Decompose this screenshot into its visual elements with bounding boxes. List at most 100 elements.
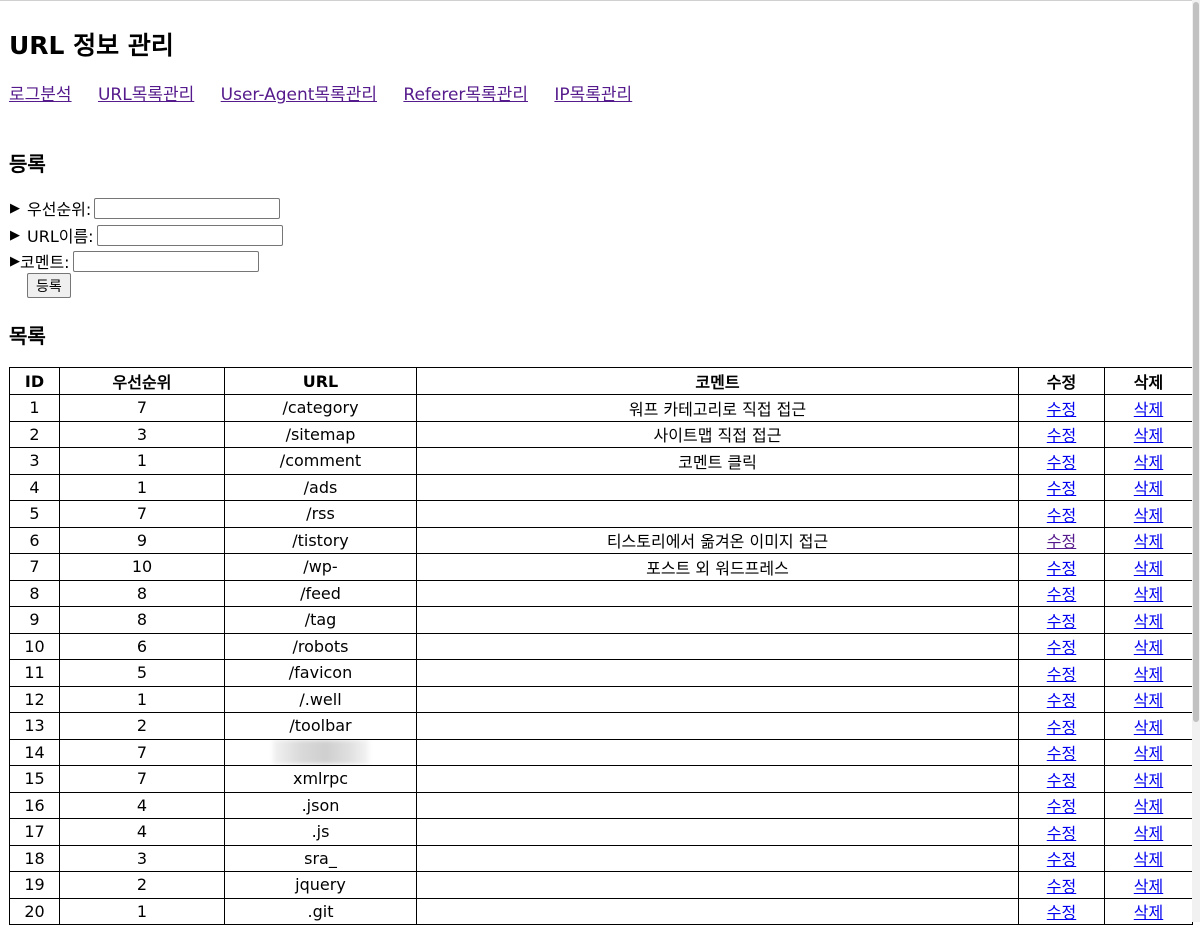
cell-id: 7: [9, 553, 60, 581]
cell-delete: 삭제: [1104, 844, 1193, 872]
priority-label: 우선순위:: [27, 200, 92, 219]
table-row: 15 7 xmlrpc 수정 삭제: [9, 765, 1193, 793]
scrollbar-thumb[interactable]: [1193, 2, 1199, 722]
edit-link[interactable]: 수정: [1047, 903, 1076, 922]
edit-link[interactable]: 수정: [1047, 400, 1076, 419]
cell-edit: 수정: [1018, 844, 1105, 872]
edit-link[interactable]: 수정: [1047, 771, 1076, 790]
table-row: 10 6/robots 수정 삭제: [9, 632, 1193, 660]
edit-link[interactable]: 수정: [1047, 479, 1076, 498]
delete-link[interactable]: 삭제: [1134, 718, 1163, 737]
nav-link-url-list[interactable]: URL목록관리: [98, 85, 194, 105]
table-row: 9 8/tag 수정 삭제: [9, 606, 1193, 634]
header-id: ID: [9, 367, 60, 395]
delete-link[interactable]: 삭제: [1134, 797, 1163, 816]
delete-link[interactable]: 삭제: [1134, 585, 1163, 604]
table-row: 4 1/ads 수정 삭제: [9, 473, 1193, 501]
delete-link[interactable]: 삭제: [1134, 903, 1163, 922]
cell-edit: 수정: [1018, 473, 1105, 501]
cell-delete: 삭제: [1104, 659, 1193, 687]
edit-link[interactable]: 수정: [1047, 638, 1076, 657]
table-row: 16 4 .json 수정 삭제: [9, 791, 1193, 819]
delete-link[interactable]: 삭제: [1134, 453, 1163, 472]
cell-comment: [416, 897, 1019, 925]
cell-comment: 사이트맵 직접 접근: [416, 420, 1019, 448]
nav-link-log-analysis[interactable]: 로그분석: [9, 85, 72, 105]
cell-edit: 수정: [1018, 500, 1105, 528]
priority-input[interactable]: [94, 197, 281, 219]
header-priority: 우선순위: [59, 367, 225, 395]
cell-comment: 코멘트 클릭: [416, 447, 1019, 475]
delete-link[interactable]: 삭제: [1134, 771, 1163, 790]
url-input[interactable]: [96, 224, 283, 246]
cell-id: 5: [9, 500, 60, 528]
table-row: 7 10/wp- 포스트 외 워드프레스 수정 삭제: [9, 553, 1193, 581]
cell-id: 11: [9, 659, 60, 687]
delete-link[interactable]: 삭제: [1134, 638, 1163, 657]
cell-url: /feed: [224, 579, 417, 607]
cell-comment: [416, 818, 1019, 846]
edit-link[interactable]: 수정: [1047, 744, 1076, 763]
delete-link[interactable]: 삭제: [1134, 877, 1163, 896]
cell-delete: 삭제: [1104, 606, 1193, 634]
edit-link[interactable]: 수정: [1047, 506, 1076, 525]
vertical-scrollbar[interactable]: [1192, 0, 1200, 922]
nav-link-user-agent-list[interactable]: User-Agent목록관리: [221, 85, 377, 105]
cell-id: 10: [9, 632, 60, 660]
comment-row: ▶ 코멘트:: [10, 249, 259, 273]
edit-link[interactable]: 수정: [1047, 665, 1076, 684]
edit-link[interactable]: 수정: [1047, 718, 1076, 737]
cell-id: 4: [9, 473, 60, 501]
register-section-title: 등록: [9, 152, 46, 176]
cell-id: 13: [9, 712, 60, 740]
delete-link[interactable]: 삭제: [1134, 612, 1163, 631]
cell-edit: 수정: [1018, 791, 1105, 819]
delete-link[interactable]: 삭제: [1134, 824, 1163, 843]
cell-id: 6: [9, 526, 60, 554]
redacted-url: [272, 740, 369, 765]
edit-link[interactable]: 수정: [1047, 612, 1076, 631]
edit-link[interactable]: 수정: [1047, 426, 1076, 445]
delete-link[interactable]: 삭제: [1134, 426, 1163, 445]
cell-edit: 수정: [1018, 553, 1105, 581]
edit-link[interactable]: 수정: [1047, 532, 1076, 551]
comment-input[interactable]: [72, 250, 259, 272]
window-top-border: [0, 0, 1200, 1]
delete-link[interactable]: 삭제: [1134, 559, 1163, 578]
delete-link[interactable]: 삭제: [1134, 400, 1163, 419]
edit-link[interactable]: 수정: [1047, 824, 1076, 843]
cell-priority: 7: [59, 738, 225, 766]
priority-row: ▶ 우선순위:: [10, 196, 281, 220]
table-body: 1 7/category 워프 카테고리로 직접 접근 수정 삭제 2 3/sitemap 사…: [9, 394, 1193, 925]
cell-comment: 포스트 외 워드프레스: [416, 553, 1019, 581]
cell-url: /ads: [224, 473, 417, 501]
nav-link-ip-list[interactable]: IP목록관리: [554, 85, 632, 105]
edit-link[interactable]: 수정: [1047, 559, 1076, 578]
delete-link[interactable]: 삭제: [1134, 691, 1163, 710]
comment-label: 코멘트:: [20, 253, 70, 272]
register-button[interactable]: 등록: [27, 273, 71, 298]
edit-link[interactable]: 수정: [1047, 585, 1076, 604]
cell-priority: 4: [59, 818, 225, 846]
delete-link[interactable]: 삭제: [1134, 506, 1163, 525]
cell-url: /comment: [224, 447, 417, 475]
table-row: 12 1/.well 수정 삭제: [9, 685, 1193, 713]
cell-edit: 수정: [1018, 579, 1105, 607]
cell-delete: 삭제: [1104, 791, 1193, 819]
delete-link[interactable]: 삭제: [1134, 850, 1163, 869]
edit-link[interactable]: 수정: [1047, 691, 1076, 710]
cell-edit: 수정: [1018, 897, 1105, 925]
cell-url: .git: [224, 897, 417, 925]
edit-link[interactable]: 수정: [1047, 797, 1076, 816]
arrow-right-icon: ▶: [10, 227, 20, 243]
cell-url: /wp-: [224, 553, 417, 581]
edit-link[interactable]: 수정: [1047, 453, 1076, 472]
delete-link[interactable]: 삭제: [1134, 744, 1163, 763]
edit-link[interactable]: 수정: [1047, 877, 1076, 896]
cell-comment: [416, 579, 1019, 607]
delete-link[interactable]: 삭제: [1134, 665, 1163, 684]
delete-link[interactable]: 삭제: [1134, 532, 1163, 551]
edit-link[interactable]: 수정: [1047, 850, 1076, 869]
delete-link[interactable]: 삭제: [1134, 479, 1163, 498]
nav-link-referer-list[interactable]: Referer목록관리: [403, 85, 528, 105]
